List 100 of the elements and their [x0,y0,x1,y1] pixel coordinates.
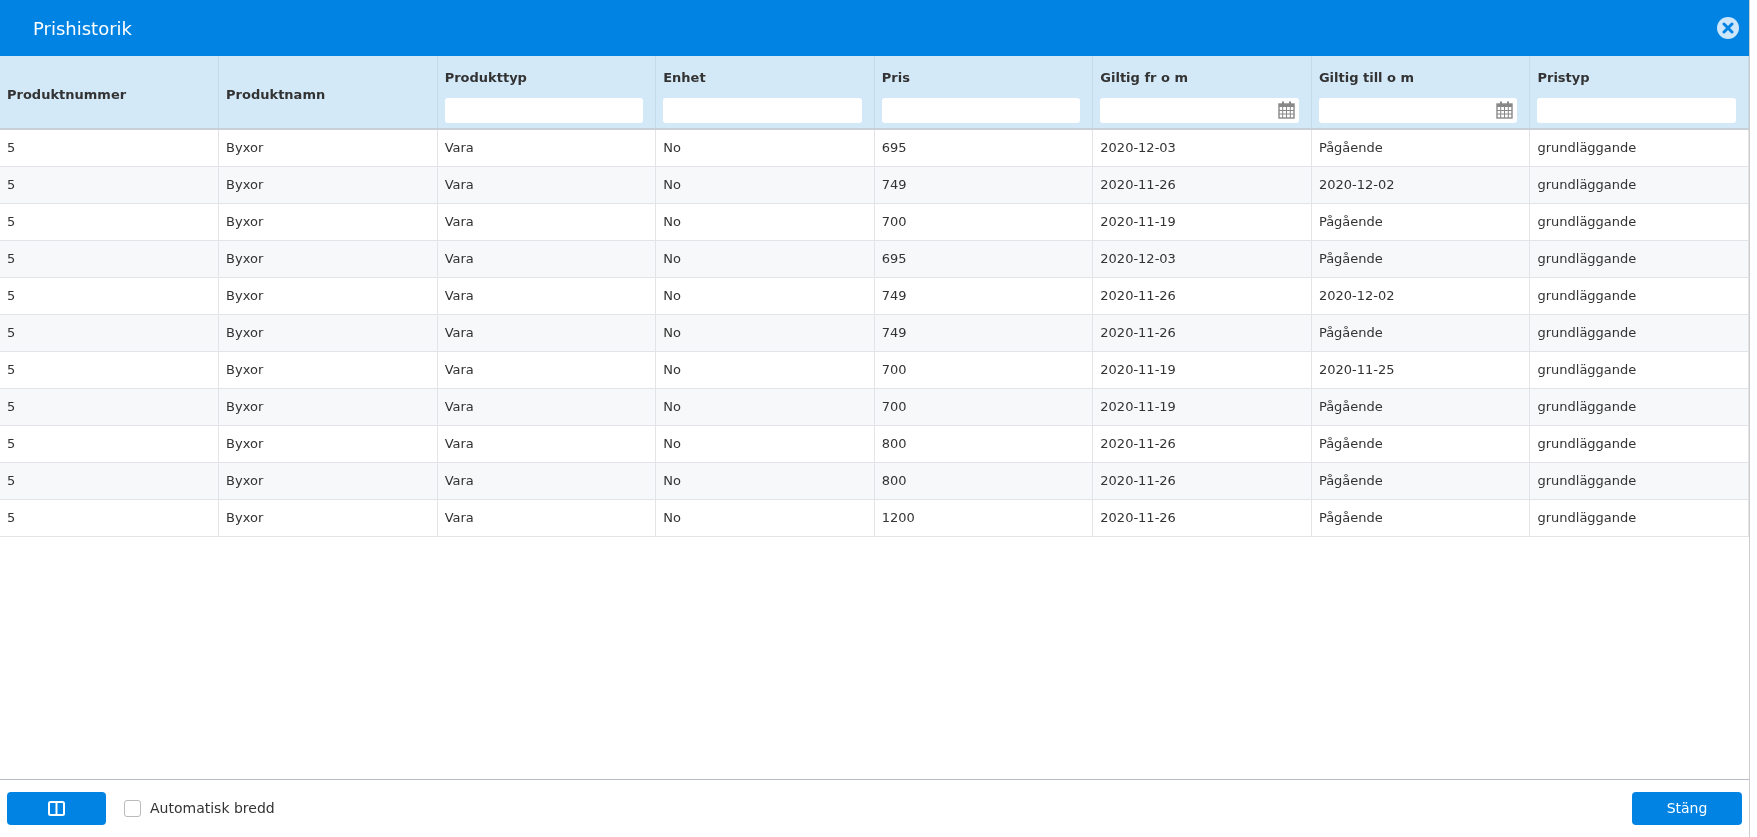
table-cell: Pågående [1311,388,1530,425]
table-cell: Vara [437,388,656,425]
date-filter-field[interactable] [1318,97,1518,123]
table-cell: grundläggande [1529,462,1749,499]
table-cell: 2020-11-19 [1092,351,1312,388]
close-button[interactable] [1717,17,1739,39]
table-cell: No [655,314,875,351]
table-cell: No [655,277,875,314]
table-cell: 2020-11-26 [1092,166,1312,203]
table-cell: No [655,388,875,425]
table-cell: grundläggande [1529,277,1749,314]
table-cell: Byxor [218,314,438,351]
table-cell: 2020-12-02 [1311,166,1530,203]
table-cell: 5 [0,462,219,499]
table-cell: grundläggande [1529,388,1749,425]
date-filter-field[interactable] [1100,97,1299,123]
table-cell: 5 [0,351,219,388]
table-cell: 2020-11-25 [1311,351,1530,388]
table-cell: Vara [437,277,656,314]
table-cell: 749 [874,314,1093,351]
table-cell: 5 [0,166,219,203]
table-cell: 1200 [874,499,1093,536]
table-cell: Pågående [1311,240,1530,277]
table-cell: No [655,351,875,388]
table-cell: Byxor [218,425,438,462]
calendar-icon[interactable] [1277,101,1295,119]
table-cell: grundläggande [1529,203,1749,240]
table-cell: 2020-12-02 [1311,277,1530,314]
table-cell: Vara [437,425,656,462]
table-cell: 5 [0,499,219,536]
table-cell: Vara [437,462,656,499]
table-cell: Pågående [1311,129,1530,166]
table-cell: Byxor [218,499,438,536]
dialog-title: Prishistorik [33,16,132,41]
table-cell: 700 [874,351,1093,388]
table-cell: 2020-11-19 [1092,203,1312,240]
table-cell: 2020-11-26 [1092,314,1312,351]
filter-field[interactable] [663,97,862,123]
table-cell: Byxor [218,388,438,425]
columns-icon [48,801,65,816]
table-cell: 2020-11-19 [1092,388,1312,425]
table-cell: Pågående [1311,425,1530,462]
table-cell: Byxor [218,277,438,314]
filter-field[interactable] [444,97,644,123]
table-cell: Byxor [218,351,438,388]
table-cell: 695 [874,129,1093,166]
table-cell: Byxor [218,462,438,499]
table-cell: 2020-11-26 [1092,425,1312,462]
table-cell: No [655,166,875,203]
table-cell: Byxor [218,240,438,277]
table-cell: No [655,499,875,536]
filter-field[interactable] [881,97,1081,123]
checkbox-label: Automatisk bredd [150,799,275,818]
table-cell: Vara [437,351,656,388]
table-cell: Vara [437,203,656,240]
table-cell: No [655,425,875,462]
table-cell: 2020-11-26 [1092,499,1312,536]
table-cell: Pågående [1311,462,1530,499]
table-cell: 700 [874,203,1093,240]
table-cell: grundläggande [1529,129,1749,166]
table-cell: grundläggande [1529,499,1749,536]
table-cell: 5 [0,277,219,314]
table-cell: No [655,129,875,166]
table-cell: 749 [874,166,1093,203]
close-button[interactable]: Stäng [1632,792,1742,825]
table-cell: 2020-12-03 [1092,240,1312,277]
table-cell: Vara [437,499,656,536]
table-cell: Vara [437,240,656,277]
columns-button[interactable] [7,792,106,825]
table-cell: 2020-12-03 [1092,129,1312,166]
table-cell: 2020-11-26 [1092,462,1312,499]
table-cell: 5 [0,388,219,425]
table-cell: 5 [0,314,219,351]
filter-field[interactable] [1537,97,1736,123]
table-cell: grundläggande [1529,351,1749,388]
table-cell: 800 [874,425,1093,462]
table-cell: Byxor [218,166,438,203]
table-cell: Byxor [218,203,438,240]
table-cell: 800 [874,462,1093,499]
table-cell: Pågående [1311,314,1530,351]
table-cell: 695 [874,240,1093,277]
table-cell: Pågående [1311,203,1530,240]
table-cell: 5 [0,129,219,166]
table-cell: Pågående [1311,499,1530,536]
table-cell: grundläggande [1529,314,1749,351]
table-cell: Vara [437,166,656,203]
table-cell: 5 [0,203,219,240]
table-cell: 700 [874,388,1093,425]
table-cell: No [655,203,875,240]
table-cell: No [655,462,875,499]
table-cell: Vara [437,314,656,351]
table-cell: 5 [0,425,219,462]
checkbox[interactable] [124,800,141,817]
table-cell: grundläggande [1529,425,1749,462]
table-cell: No [655,240,875,277]
table-cell: Byxor [218,129,438,166]
calendar-icon[interactable] [1496,101,1514,119]
table-cell: grundläggande [1529,166,1749,203]
table-cell: 749 [874,277,1093,314]
table-cell: grundläggande [1529,240,1749,277]
